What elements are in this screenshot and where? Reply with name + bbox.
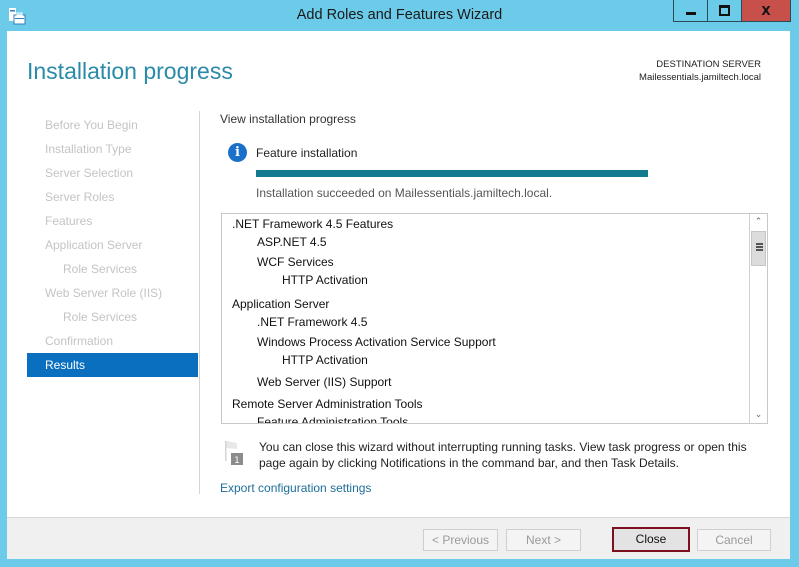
scroll-up-button[interactable]: ⌃ xyxy=(750,214,767,230)
feature-item: Remote Server Administration Tools xyxy=(232,397,423,411)
maximize-button[interactable] xyxy=(707,0,741,21)
close-info-note: You can close this wizard without interr… xyxy=(259,440,747,470)
section-label: View installation progress xyxy=(220,112,356,126)
notification-flag-icon: 1 xyxy=(225,441,243,466)
sidebar-item-confirmation[interactable]: Confirmation xyxy=(27,329,198,353)
feature-item: WCF Services xyxy=(257,255,334,269)
minimize-button[interactable] xyxy=(674,0,707,21)
export-configuration-link[interactable]: Export configuration settings xyxy=(220,481,371,495)
info-icon: i xyxy=(228,143,247,162)
minimize-icon xyxy=(685,11,696,15)
destination-label: DESTINATION SERVER xyxy=(656,59,761,70)
sidebar-item-role-services[interactable]: Role Services xyxy=(27,257,198,281)
close-icon: X xyxy=(761,3,771,18)
feature-item: HTTP Activation xyxy=(282,353,368,367)
maximize-icon xyxy=(719,5,730,16)
scroll-down-button[interactable]: ⌄ xyxy=(750,407,767,423)
sidebar-item-results[interactable]: Results xyxy=(27,353,198,377)
feature-item: Web Server (IIS) Support xyxy=(257,375,392,389)
notification-badge: 1 xyxy=(234,456,240,466)
title-bar: Add Roles and Features Wizard X xyxy=(0,0,799,31)
window-controls: X xyxy=(673,0,791,22)
feature-item: .NET Framework 4.5 Features xyxy=(232,217,394,231)
next-button[interactable]: Next > xyxy=(506,529,581,551)
button-bar: < Previous Next > Close Cancel xyxy=(7,517,790,559)
progress-bar xyxy=(256,170,648,177)
sidebar-item-application-server[interactable]: Application Server xyxy=(27,233,198,257)
previous-button[interactable]: < Previous xyxy=(423,529,498,551)
grip-line xyxy=(756,246,763,248)
wizard-steps: Before You Begin Installation Type Server … xyxy=(27,113,198,377)
grip-line xyxy=(756,243,763,245)
progress-fill xyxy=(256,170,648,177)
sidebar-item-server-selection[interactable]: Server Selection xyxy=(27,161,198,185)
features-list[interactable]: .NET Framework 4.5 Features ASP.NET 4.5 WC… xyxy=(221,213,768,424)
sidebar-item-web-server-role-iis[interactable]: Web Server Role (IIS) xyxy=(27,281,198,305)
vertical-scrollbar[interactable]: ⌃ ⌄ xyxy=(749,214,767,423)
feature-item: Windows Process Activation Service Suppo… xyxy=(257,335,496,349)
close-button[interactable]: Close xyxy=(612,527,690,552)
sidebar-item-before-you-begin[interactable]: Before You Begin xyxy=(27,113,198,137)
divider xyxy=(199,111,200,494)
page-title: Installation progress xyxy=(27,58,233,84)
features-list-content: .NET Framework 4.5 Features ASP.NET 4.5 WC… xyxy=(222,214,750,423)
wizard-body: Installation progress DESTINATION SERVER… xyxy=(7,31,790,559)
grip-line xyxy=(756,249,763,251)
feature-item: Application Server xyxy=(232,297,330,311)
close-window-button[interactable]: X xyxy=(741,0,790,21)
status-title: Feature installation xyxy=(256,146,358,160)
scrollbar-thumb[interactable] xyxy=(751,231,766,266)
chevron-down-icon: ⌄ xyxy=(754,410,763,420)
feature-item: Feature Administration Tools xyxy=(257,415,409,423)
sidebar-item-role-services[interactable]: Role Services xyxy=(27,305,198,329)
feature-item: ASP.NET 4.5 xyxy=(257,235,327,249)
sidebar-item-features[interactable]: Features xyxy=(27,209,198,233)
destination-server-name: Mailessentials.jamiltech.local xyxy=(639,72,761,83)
feature-item: HTTP Activation xyxy=(282,273,368,287)
sidebar-item-server-roles[interactable]: Server Roles xyxy=(27,185,198,209)
destination-server: DESTINATION SERVER Mailessentials.jamilt… xyxy=(639,58,761,84)
sidebar-item-installation-type[interactable]: Installation Type xyxy=(27,137,198,161)
cancel-button[interactable]: Cancel xyxy=(697,529,771,551)
status-message: Installation succeeded on Mailessentials… xyxy=(256,186,553,200)
chevron-up-icon: ⌃ xyxy=(754,217,763,227)
feature-item: .NET Framework 4.5 xyxy=(257,315,368,329)
